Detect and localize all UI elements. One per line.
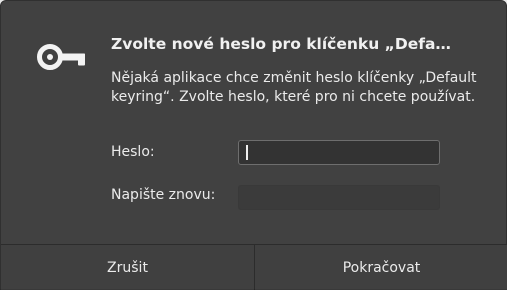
password-label: Heslo: [111, 144, 155, 160]
dialog-content: Zvolte nové heslo pro klíčenku „Defa… Ně… [1, 1, 507, 244]
dialog-message: Nějaká aplikace chce změnit heslo klíčen… [111, 70, 477, 105]
cancel-button[interactable]: Zrušit [1, 245, 255, 290]
confirm-password-label: Napište znovu: [111, 187, 216, 203]
keyring-password-dialog: Zvolte nové heslo pro klíčenku „Defa… Ně… [0, 0, 507, 290]
cancel-button-label: Zrušit [107, 259, 148, 276]
key-icon [37, 41, 89, 73]
continue-button[interactable]: Pokračovat [255, 245, 507, 290]
dialog-title: Zvolte nové heslo pro klíčenku „Defa… [111, 35, 451, 53]
button-bar: Zrušit Pokračovat [1, 244, 507, 290]
password-field[interactable] [238, 140, 440, 165]
text-cursor [246, 145, 248, 160]
confirm-password-field[interactable] [238, 185, 440, 210]
continue-button-label: Pokračovat [342, 259, 421, 276]
